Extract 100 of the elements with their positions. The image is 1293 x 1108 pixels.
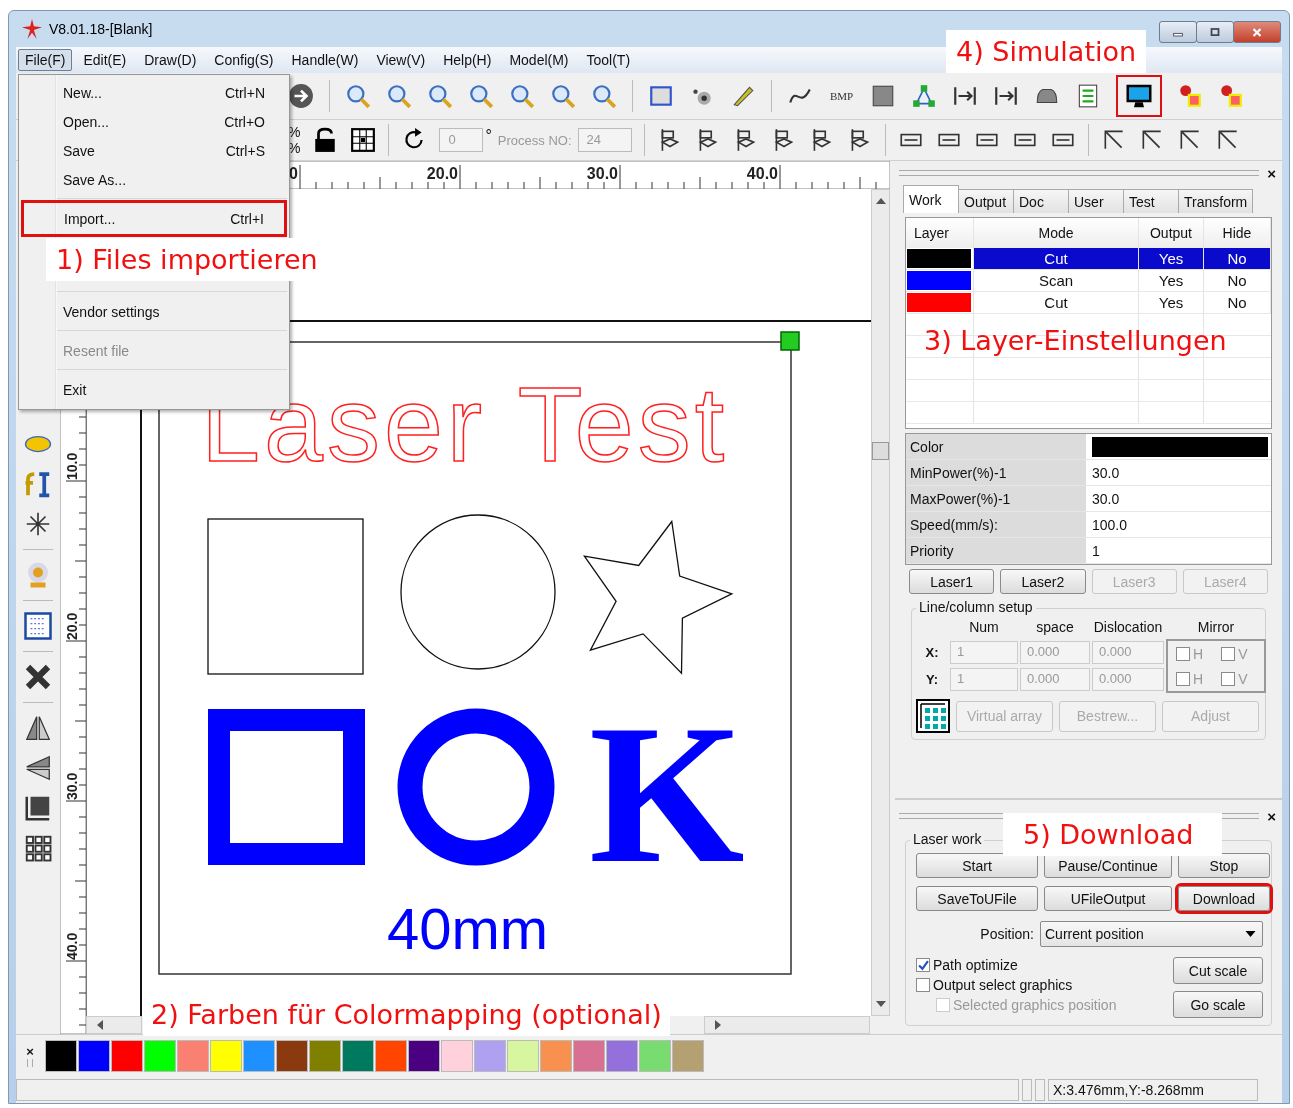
tab[interactable]: User: [1068, 189, 1124, 213]
cross-icon[interactable]: [23, 662, 53, 692]
property-value[interactable]: 1: [1086, 538, 1271, 564]
palette-swatch[interactable]: [474, 1040, 506, 1072]
table-cell[interactable]: Cut: [974, 292, 1139, 314]
zoom-icon[interactable]: [468, 83, 494, 109]
tab[interactable]: Transform: [1178, 189, 1254, 213]
shapes-icon[interactable]: [1177, 83, 1204, 109]
node-tree-icon[interactable]: [911, 83, 938, 109]
maximize-button[interactable]: [1196, 21, 1234, 43]
checkbox[interactable]: [1176, 671, 1190, 686]
resize-handle[interactable]: [780, 331, 800, 351]
scroll-thumb[interactable]: [872, 442, 889, 460]
table-cell[interactable]: Cut: [974, 248, 1139, 270]
tab[interactable]: Test: [1123, 189, 1179, 213]
laser-work-button[interactable]: Stop: [1178, 853, 1270, 878]
close-button[interactable]: ×: [1267, 164, 1276, 182]
zoom-icon[interactable]: [591, 83, 617, 109]
menu-item[interactable]: View(V): [369, 49, 433, 71]
laser-work-button[interactable]: Download: [1178, 886, 1270, 911]
menu-item[interactable]: Draw(D): [137, 49, 204, 71]
palette-swatch[interactable]: [111, 1040, 143, 1072]
close-button[interactable]: ×: [1267, 807, 1276, 825]
property-value[interactable]: 100.0: [1086, 512, 1271, 538]
palette-swatch[interactable]: [210, 1040, 242, 1072]
zoom-icon[interactable]: [427, 83, 453, 109]
table-cell[interactable]: No: [1204, 270, 1271, 292]
palette-swatch[interactable]: [276, 1040, 308, 1072]
palette-swatch[interactable]: [639, 1040, 671, 1072]
table-cell[interactable]: Scan: [974, 270, 1139, 292]
menu-item[interactable]: Open... Ctrl+O: [19, 107, 289, 136]
menu-item[interactable]: New... Ctrl+N: [19, 78, 289, 107]
checkbox[interactable]: [1221, 671, 1236, 686]
tab[interactable]: Output: [958, 189, 1014, 213]
menu-item[interactable]: Model(M): [502, 49, 576, 71]
menu-item[interactable]: Save Ctrl+S: [19, 136, 289, 165]
laser-button[interactable]: Laser1: [909, 569, 995, 594]
arrow-circle-icon[interactable]: [288, 83, 314, 109]
palette-swatch[interactable]: [606, 1040, 638, 1072]
palette-swatch[interactable]: [342, 1040, 374, 1072]
palette-swatch[interactable]: [144, 1040, 176, 1072]
close-button[interactable]: ×: [26, 1045, 34, 1059]
zoom-icon[interactable]: [509, 83, 535, 109]
scroll-left-button[interactable]: [86, 1016, 142, 1034]
table-cell[interactable]: Yes: [1139, 292, 1204, 314]
menu-item[interactable]: File(F): [18, 49, 73, 71]
checkbox[interactable]: [1221, 646, 1236, 661]
palette-swatch[interactable]: [540, 1040, 572, 1072]
grid-icon[interactable]: [23, 833, 53, 863]
palette-swatch[interactable]: [309, 1040, 341, 1072]
scroll-down-icon[interactable]: [875, 1001, 886, 1007]
laser-work-button[interactable]: UFileOutput: [1044, 886, 1172, 911]
table-cell[interactable]: No: [1204, 292, 1271, 314]
menu-item[interactable]: Import... Ctrl+I: [21, 200, 287, 237]
property-value[interactable]: 30.0: [1086, 486, 1271, 512]
checkbox[interactable]: [916, 958, 930, 972]
rectangle-icon[interactable]: [648, 83, 674, 109]
scale-button[interactable]: Cut scale: [1173, 957, 1263, 984]
array-icon[interactable]: [916, 699, 950, 733]
menu-item[interactable]: Config(S): [207, 49, 281, 71]
property-value[interactable]: 30.0: [1086, 460, 1271, 486]
palette-swatch[interactable]: [441, 1040, 473, 1072]
table-cell[interactable]: No: [1204, 248, 1271, 270]
color-swatch[interactable]: [1092, 436, 1268, 457]
horizontal-scrollbar[interactable]: [704, 1016, 870, 1034]
palette-swatch[interactable]: [573, 1040, 605, 1072]
palette-swatch[interactable]: [243, 1040, 275, 1072]
simulation-button[interactable]: [1116, 75, 1163, 117]
palette-swatch[interactable]: [177, 1040, 209, 1072]
tab[interactable]: Doc: [1013, 189, 1069, 213]
menu-item[interactable]: Edit(E): [76, 49, 134, 71]
minimize-button[interactable]: [1159, 21, 1197, 43]
palette-swatch[interactable]: [375, 1040, 407, 1072]
vertical-scrollbar[interactable]: [871, 189, 890, 1016]
menu-item[interactable]: Handle(W): [284, 49, 366, 71]
palette-swatch[interactable]: [507, 1040, 539, 1072]
grid-icon[interactable]: [350, 127, 377, 153]
menu-item[interactable]: Tool(T): [579, 49, 638, 71]
position-dropdown[interactable]: Current position: [1040, 921, 1263, 947]
laser-work-button[interactable]: SaveToUFile: [916, 886, 1038, 911]
palette-swatch[interactable]: [78, 1040, 110, 1072]
zoom-icon[interactable]: [345, 83, 371, 109]
palette-swatch[interactable]: [408, 1040, 440, 1072]
table-cell[interactable]: Yes: [1139, 270, 1204, 292]
close-button[interactable]: [1233, 21, 1281, 43]
shapes-icon[interactable]: [1218, 83, 1245, 109]
scroll-left-icon[interactable]: [97, 1020, 103, 1030]
table-cell[interactable]: Yes: [1139, 248, 1204, 270]
menu-item[interactable]: Help(H): [436, 49, 499, 71]
bmp-tool-button[interactable]: BMP: [828, 90, 856, 102]
checkbox[interactable]: [1176, 646, 1190, 661]
zoom-icon[interactable]: [386, 83, 412, 109]
palette-swatch[interactable]: [672, 1040, 704, 1072]
checkbox[interactable]: [916, 978, 930, 992]
tab[interactable]: Work: [903, 185, 959, 213]
scroll-right-icon[interactable]: [715, 1020, 721, 1030]
dot-grid-icon[interactable]: [23, 611, 53, 641]
zoom-icon[interactable]: [550, 83, 576, 109]
scale-button[interactable]: Go scale: [1173, 991, 1263, 1018]
laser-work-button[interactable]: Start: [916, 853, 1038, 878]
